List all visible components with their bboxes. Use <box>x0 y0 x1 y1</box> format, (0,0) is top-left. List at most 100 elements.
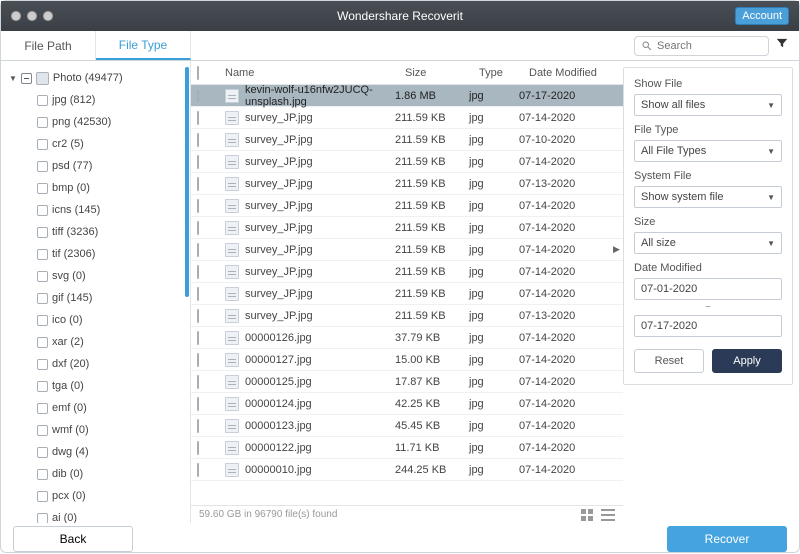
row-checkbox[interactable] <box>197 463 199 477</box>
format-checkbox[interactable] <box>37 447 48 458</box>
col-name[interactable]: Name <box>221 67 405 79</box>
sidebar-format-item[interactable]: dib (0) <box>7 463 190 485</box>
category-checkbox[interactable] <box>21 73 32 84</box>
format-checkbox[interactable] <box>37 403 48 414</box>
format-checkbox[interactable] <box>37 271 48 282</box>
sidebar-format-item[interactable]: pcx (0) <box>7 485 190 507</box>
row-checkbox[interactable] <box>197 133 199 147</box>
recover-button[interactable]: Recover <box>667 526 787 552</box>
table-row[interactable]: 00000126.jpg37.79 KBjpg07-14-2020 <box>191 327 623 349</box>
tab-file-type[interactable]: File Type <box>96 31 191 60</box>
filter-show-file-select[interactable]: Show all files▼ <box>634 94 782 116</box>
select-all-checkbox[interactable] <box>197 66 199 80</box>
row-checkbox[interactable] <box>197 397 199 411</box>
table-row[interactable]: survey_JP.jpg211.59 KBjpg07-14-2020 <box>191 195 623 217</box>
format-checkbox[interactable] <box>37 491 48 502</box>
row-checkbox[interactable] <box>197 177 199 191</box>
sidebar-format-item[interactable]: gif (145) <box>7 287 190 309</box>
row-checkbox[interactable] <box>197 111 199 125</box>
format-checkbox[interactable] <box>37 513 48 524</box>
sidebar-format-item[interactable]: cr2 (5) <box>7 133 190 155</box>
sidebar-format-item[interactable]: ai (0) <box>7 507 190 523</box>
list-view-icon[interactable] <box>601 509 615 521</box>
table-row[interactable]: kevin-wolf-u16nfw2JUCQ-unsplash.jpg1.86 … <box>191 85 623 107</box>
table-row[interactable]: survey_JP.jpg211.59 KBjpg07-13-2020 <box>191 305 623 327</box>
sidebar-format-item[interactable]: dxf (20) <box>7 353 190 375</box>
row-checkbox[interactable] <box>197 419 199 433</box>
sidebar-format-item[interactable]: tiff (3236) <box>7 221 190 243</box>
col-date[interactable]: Date Modified <box>529 67 623 79</box>
table-row[interactable]: survey_JP.jpg211.59 KBjpg07-14-2020 <box>191 261 623 283</box>
sidebar-format-item[interactable]: tga (0) <box>7 375 190 397</box>
format-checkbox[interactable] <box>37 469 48 480</box>
format-checkbox[interactable] <box>37 205 48 216</box>
sidebar-format-item[interactable]: tif (2306) <box>7 243 190 265</box>
row-checkbox[interactable] <box>197 221 199 235</box>
sidebar-format-item[interactable]: dwg (4) <box>7 441 190 463</box>
sidebar-format-item[interactable]: ico (0) <box>7 309 190 331</box>
row-checkbox[interactable] <box>197 265 199 279</box>
filter-date-from[interactable]: 07-01-2020 <box>634 278 782 300</box>
format-checkbox[interactable] <box>37 381 48 392</box>
table-row[interactable]: survey_JP.jpg211.59 KBjpg07-13-2020 <box>191 173 623 195</box>
row-checkbox[interactable] <box>197 309 199 323</box>
table-row[interactable]: 00000125.jpg17.87 KBjpg07-14-2020 <box>191 371 623 393</box>
tab-file-path[interactable]: File Path <box>1 31 96 60</box>
format-checkbox[interactable] <box>37 249 48 260</box>
table-row[interactable]: survey_JP.jpg211.59 KBjpg07-10-2020 <box>191 129 623 151</box>
account-button[interactable]: Account <box>735 7 789 25</box>
row-checkbox[interactable] <box>197 353 199 367</box>
sidebar-category-photo[interactable]: ▼ Photo (49477) <box>7 67 190 89</box>
table-row[interactable]: survey_JP.jpg211.59 KBjpg07-14-2020 <box>191 151 623 173</box>
row-checkbox[interactable] <box>197 89 199 103</box>
table-row[interactable]: 00000124.jpg42.25 KBjpg07-14-2020 <box>191 393 623 415</box>
sidebar-format-item[interactable]: jpg (812) <box>7 89 190 111</box>
table-row[interactable]: 00000122.jpg11.71 KBjpg07-14-2020 <box>191 437 623 459</box>
format-checkbox[interactable] <box>37 293 48 304</box>
expand-icon[interactable]: ▶ <box>613 244 623 255</box>
row-checkbox[interactable] <box>197 375 199 389</box>
filter-file-type-select[interactable]: All File Types▼ <box>634 140 782 162</box>
row-checkbox[interactable] <box>197 331 199 345</box>
sidebar-format-item[interactable]: svg (0) <box>7 265 190 287</box>
table-row[interactable]: survey_JP.jpg211.59 KBjpg07-14-2020 <box>191 283 623 305</box>
format-checkbox[interactable] <box>37 161 48 172</box>
filter-icon[interactable] <box>775 36 789 55</box>
grid-view-icon[interactable] <box>581 509 595 521</box>
row-checkbox[interactable] <box>197 287 199 301</box>
table-row[interactable]: 00000127.jpg15.00 KBjpg07-14-2020 <box>191 349 623 371</box>
format-checkbox[interactable] <box>37 117 48 128</box>
search-input-wrapper[interactable] <box>634 36 769 56</box>
reset-button[interactable]: Reset <box>634 349 704 373</box>
col-type[interactable]: Type <box>479 67 529 79</box>
filter-size-select[interactable]: All size▼ <box>634 232 782 254</box>
sidebar-scrollbar[interactable] <box>185 67 189 297</box>
table-row[interactable]: survey_JP.jpg211.59 KBjpg07-14-2020 <box>191 107 623 129</box>
table-row[interactable]: survey_JP.jpg211.59 KBjpg07-14-2020▶ <box>191 239 623 261</box>
format-checkbox[interactable] <box>37 337 48 348</box>
search-input[interactable] <box>657 40 757 52</box>
sidebar-format-item[interactable]: wmf (0) <box>7 419 190 441</box>
apply-button[interactable]: Apply <box>712 349 782 373</box>
sidebar-format-item[interactable]: psd (77) <box>7 155 190 177</box>
row-checkbox[interactable] <box>197 243 199 257</box>
col-size[interactable]: Size <box>405 67 479 79</box>
filter-date-to[interactable]: 07-17-2020 <box>634 315 782 337</box>
format-checkbox[interactable] <box>37 183 48 194</box>
sidebar-format-item[interactable]: png (42530) <box>7 111 190 133</box>
table-row[interactable]: survey_JP.jpg211.59 KBjpg07-14-2020 <box>191 217 623 239</box>
row-checkbox[interactable] <box>197 155 199 169</box>
format-checkbox[interactable] <box>37 139 48 150</box>
format-checkbox[interactable] <box>37 95 48 106</box>
filter-system-file-select[interactable]: Show system file▼ <box>634 186 782 208</box>
sidebar-format-item[interactable]: icns (145) <box>7 199 190 221</box>
row-checkbox[interactable] <box>197 441 199 455</box>
format-checkbox[interactable] <box>37 315 48 326</box>
format-checkbox[interactable] <box>37 359 48 370</box>
sidebar-format-item[interactable]: xar (2) <box>7 331 190 353</box>
table-row[interactable]: 00000123.jpg45.45 KBjpg07-14-2020 <box>191 415 623 437</box>
row-checkbox[interactable] <box>197 199 199 213</box>
format-checkbox[interactable] <box>37 227 48 238</box>
sidebar-format-item[interactable]: emf (0) <box>7 397 190 419</box>
back-button[interactable]: Back <box>13 526 133 552</box>
